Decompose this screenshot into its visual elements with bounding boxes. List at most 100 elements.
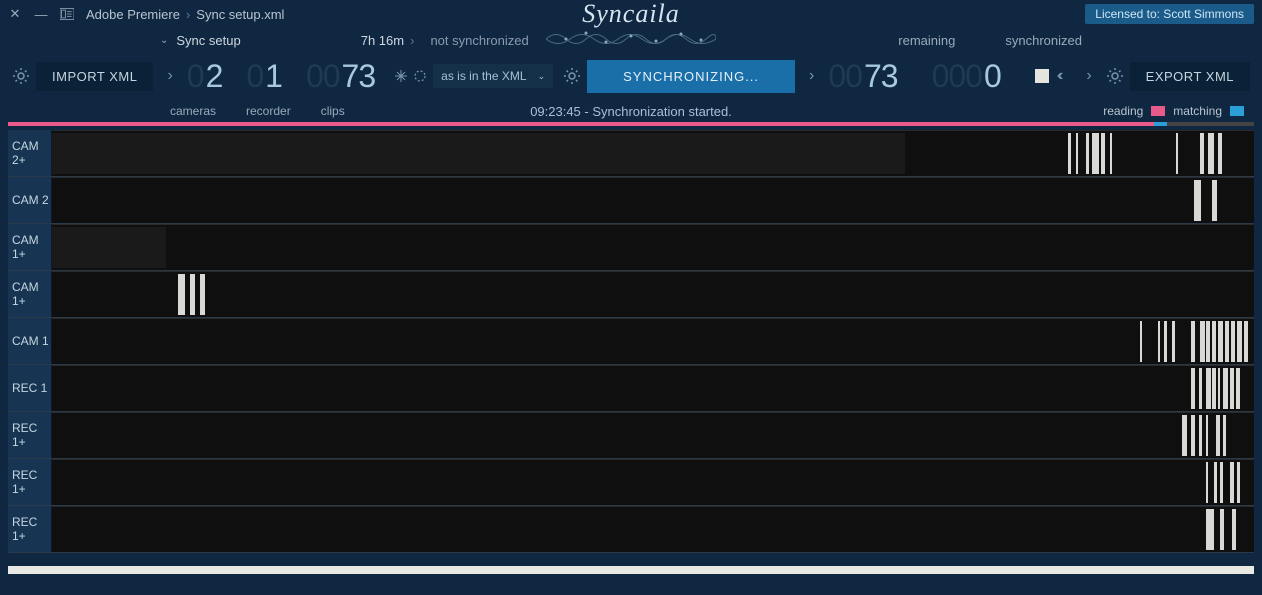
- mode-dropdown[interactable]: as is in the XML ⌄: [433, 64, 553, 88]
- close-icon[interactable]: ✕: [8, 7, 22, 21]
- gear-icon[interactable]: [12, 67, 30, 85]
- clip[interactable]: [1191, 321, 1195, 362]
- track-row[interactable]: CAM 1+: [8, 271, 1254, 318]
- clip[interactable]: [1208, 133, 1214, 174]
- clip[interactable]: [1244, 321, 1248, 362]
- track-body[interactable]: [52, 318, 1254, 364]
- clip[interactable]: [1236, 368, 1240, 409]
- track-body[interactable]: [52, 224, 1254, 270]
- sync-button[interactable]: SYNCHRONIZING...: [587, 60, 795, 93]
- track-label[interactable]: CAM 1+: [8, 271, 52, 317]
- clip[interactable]: [52, 133, 905, 174]
- clip[interactable]: [1191, 368, 1195, 409]
- track-row[interactable]: REC 1+: [8, 459, 1254, 506]
- track-label[interactable]: CAM 1+: [8, 224, 52, 270]
- clip[interactable]: [1218, 321, 1223, 362]
- track-label[interactable]: REC 1+: [8, 412, 52, 458]
- track-row[interactable]: CAM 1: [8, 318, 1254, 365]
- clip[interactable]: [1140, 321, 1142, 362]
- track-label[interactable]: CAM 1: [8, 318, 52, 364]
- chevron-down-icon[interactable]: ⌄: [160, 35, 168, 46]
- clip[interactable]: [1191, 415, 1195, 456]
- clip[interactable]: [1101, 133, 1105, 174]
- clip[interactable]: [1092, 133, 1099, 174]
- clip[interactable]: [1194, 180, 1201, 221]
- clip[interactable]: [1232, 509, 1236, 550]
- track-label[interactable]: CAM 2: [8, 177, 52, 223]
- clip[interactable]: [1212, 368, 1216, 409]
- clip[interactable]: [1206, 462, 1208, 503]
- track-row[interactable]: REC 1: [8, 365, 1254, 412]
- breadcrumb-file[interactable]: Sync setup.xml: [196, 7, 284, 22]
- clip[interactable]: [1214, 462, 1216, 503]
- import-button[interactable]: IMPORT XML: [36, 62, 153, 91]
- stop-button[interactable]: [1035, 69, 1049, 83]
- clip[interactable]: [1206, 415, 1208, 456]
- chevron-right-icon[interactable]: ›: [801, 67, 822, 85]
- chevron-right-icon[interactable]: ›: [159, 67, 180, 85]
- clip[interactable]: [1076, 133, 1078, 174]
- clip[interactable]: [1237, 462, 1239, 503]
- clip[interactable]: [1212, 180, 1217, 221]
- clip[interactable]: [1172, 321, 1174, 362]
- clip[interactable]: [1223, 415, 1227, 456]
- track-row[interactable]: REC 1+: [8, 506, 1254, 553]
- track-label[interactable]: REC 1+: [8, 506, 52, 552]
- clip[interactable]: [1218, 133, 1222, 174]
- clip[interactable]: [1200, 133, 1204, 174]
- breadcrumb-app[interactable]: Adobe Premiere: [86, 7, 180, 22]
- clip[interactable]: [1206, 368, 1211, 409]
- waveform-icon: [546, 28, 716, 50]
- clip[interactable]: [1182, 415, 1187, 456]
- track-body[interactable]: [52, 412, 1254, 458]
- export-button[interactable]: EXPORT XML: [1130, 62, 1250, 91]
- clip[interactable]: [1237, 321, 1242, 362]
- clip[interactable]: [1158, 321, 1160, 362]
- track-body[interactable]: [52, 459, 1254, 505]
- chevron-right-icon[interactable]: ›: [1078, 67, 1099, 85]
- track-body[interactable]: [52, 177, 1254, 223]
- clip[interactable]: [1206, 509, 1214, 550]
- clip[interactable]: [1200, 321, 1205, 362]
- clip[interactable]: [1110, 133, 1112, 174]
- clip[interactable]: [1223, 368, 1228, 409]
- clip[interactable]: [1086, 133, 1090, 174]
- gear-icon[interactable]: [563, 67, 581, 85]
- clip[interactable]: [1220, 509, 1224, 550]
- track-area[interactable]: CAM 2+CAM 2CAM 1+CAM 1+CAM 1REC 1REC 1+R…: [0, 130, 1262, 564]
- clip[interactable]: [178, 274, 185, 315]
- clip[interactable]: [1216, 415, 1221, 456]
- clip[interactable]: [190, 274, 195, 315]
- track-label[interactable]: REC 1+: [8, 459, 52, 505]
- clip[interactable]: [1068, 133, 1072, 174]
- track-body[interactable]: [52, 130, 1254, 176]
- clip[interactable]: [1199, 415, 1203, 456]
- clip[interactable]: [1230, 462, 1234, 503]
- rewind-icon[interactable]: ‹‹: [1057, 67, 1060, 85]
- clip[interactable]: [1164, 321, 1168, 362]
- track-body[interactable]: [52, 271, 1254, 317]
- clip[interactable]: [200, 274, 205, 315]
- track-body[interactable]: [52, 506, 1254, 552]
- track-row[interactable]: CAM 2: [8, 177, 1254, 224]
- track-row[interactable]: CAM 1+: [8, 224, 1254, 271]
- gear-icon[interactable]: [1106, 67, 1124, 85]
- clip[interactable]: [1176, 133, 1178, 174]
- clip[interactable]: [1225, 321, 1229, 362]
- horizontal-scrollbar[interactable]: [8, 566, 1254, 574]
- clip[interactable]: [1220, 462, 1222, 503]
- track-row[interactable]: CAM 2+: [8, 130, 1254, 177]
- minimize-icon[interactable]: —: [34, 7, 48, 21]
- clip[interactable]: [1231, 321, 1235, 362]
- clip[interactable]: [52, 227, 166, 268]
- track-label[interactable]: CAM 2+: [8, 130, 52, 176]
- clip[interactable]: [1199, 368, 1203, 409]
- clip[interactable]: [1212, 321, 1216, 362]
- clip[interactable]: [1206, 321, 1210, 362]
- mode-icons[interactable]: [393, 68, 427, 84]
- track-label[interactable]: REC 1: [8, 365, 52, 411]
- track-body[interactable]: [52, 365, 1254, 411]
- track-row[interactable]: REC 1+: [8, 412, 1254, 459]
- clip[interactable]: [1230, 368, 1234, 409]
- clip[interactable]: [1218, 368, 1220, 409]
